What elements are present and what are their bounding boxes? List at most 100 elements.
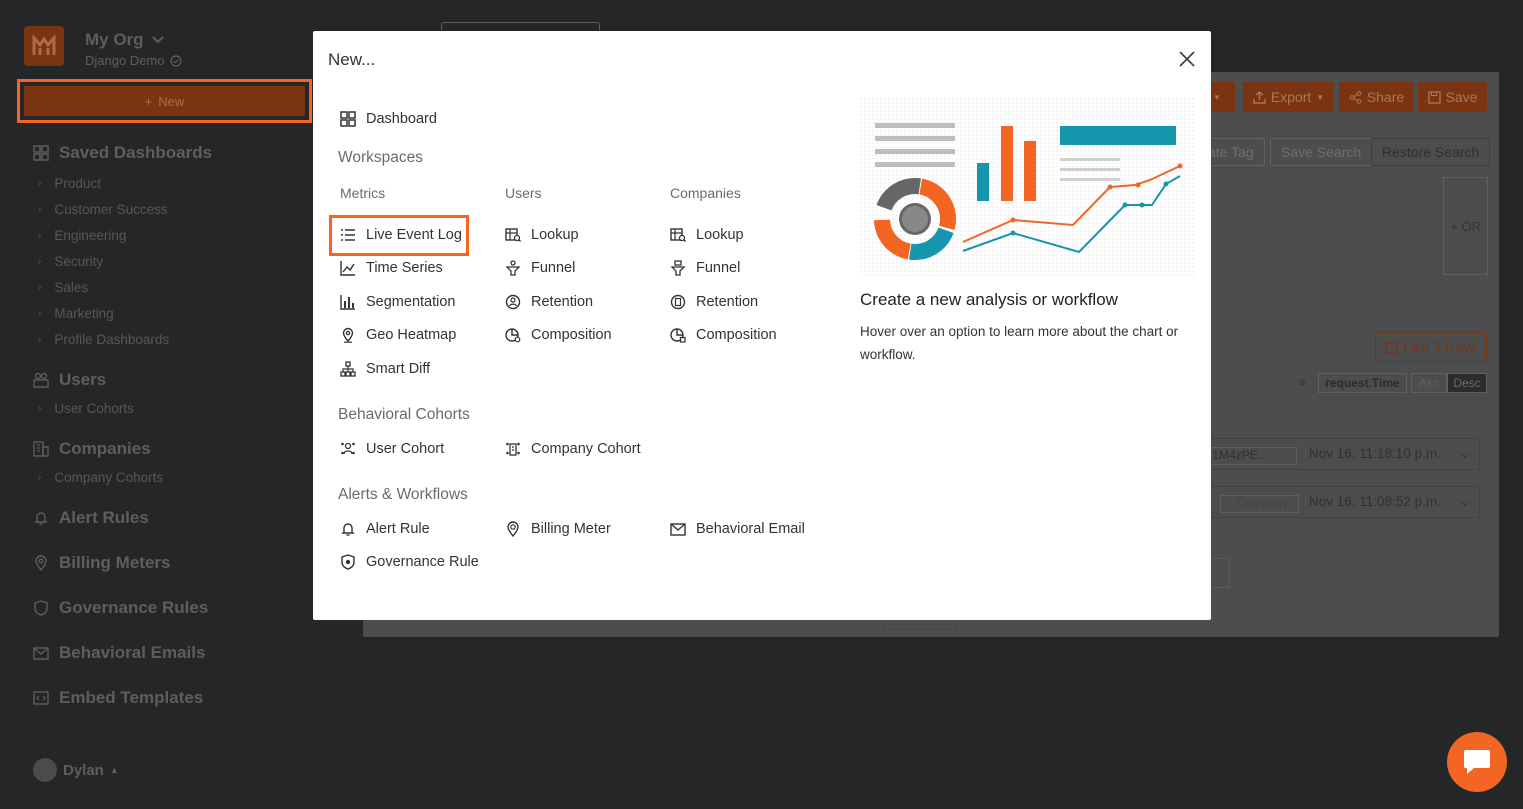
nav-item-label: Engineering <box>54 228 127 243</box>
new-button[interactable]: + New <box>24 86 305 116</box>
option-segmentation[interactable]: Segmentation <box>340 294 455 310</box>
calendar-icon <box>1385 341 1398 354</box>
nav-users[interactable]: Users <box>33 370 106 390</box>
option-live-event-log[interactable]: Live Event Log <box>340 227 462 243</box>
companies-column-heading: Companies <box>670 185 741 201</box>
nav-saved-dashboards[interactable]: Saved Dashboards <box>33 143 212 163</box>
share-icon <box>1349 90 1362 104</box>
nav-label: Behavioral Emails <box>59 643 206 662</box>
option-label: Composition <box>696 327 777 343</box>
nav-billing-meters[interactable]: Billing Meters <box>33 553 170 573</box>
option-user-composition[interactable]: Composition <box>505 327 612 343</box>
line-chart-icon <box>340 261 355 276</box>
composition-icon <box>505 328 521 343</box>
option-user-lookup[interactable]: Lookup <box>505 227 579 243</box>
bg-event-chip-label: Company <box>1237 496 1289 510</box>
chevron-right-icon: › <box>38 403 42 414</box>
option-alert-rule[interactable]: Alert Rule <box>340 521 430 537</box>
option-company-retention[interactable]: Retention <box>670 294 758 310</box>
nav-item-product[interactable]: › Product <box>38 176 101 191</box>
nav-item-marketing[interactable]: › Marketing <box>38 306 114 321</box>
option-behavioral-email[interactable]: Behavioral Email <box>670 521 805 537</box>
nav-behavioral-emails[interactable]: Behavioral Emails <box>33 643 205 663</box>
bg-desc-button: Desc <box>1447 373 1487 393</box>
option-label: User Cohort <box>366 441 445 457</box>
chevron-right-icon: › <box>38 230 42 241</box>
option-user-retention[interactable]: Retention <box>505 294 593 310</box>
bg-event-time: Nov 16, 11:08:52 p.m. <box>1309 494 1441 509</box>
funnel-icon <box>505 260 521 276</box>
nav-item-label: Customer Success <box>54 202 168 217</box>
alerts-workflows-heading: Alerts & Workflows <box>338 486 468 503</box>
bg-restore-search-button: Restore Search <box>1371 138 1491 166</box>
nav-label: Governance Rules <box>59 598 209 617</box>
nav-label: Saved Dashboards <box>59 143 213 162</box>
chevron-down-icon: ⌄ <box>1459 493 1471 509</box>
option-geo-heatmap[interactable]: Geo Heatmap <box>340 327 456 343</box>
option-label: Dashboard <box>366 111 437 127</box>
chevron-right-icon: › <box>38 472 42 483</box>
users-icon <box>33 372 49 388</box>
option-label: Retention <box>531 294 594 310</box>
nav-companies[interactable]: Companies <box>33 439 151 459</box>
nav-item-company-cohorts[interactable]: › Company Cohorts <box>38 470 163 485</box>
check-circle-icon <box>169 54 182 67</box>
option-label: Behavioral Email <box>696 521 805 537</box>
option-smart-diff[interactable]: Smart Diff <box>340 361 430 377</box>
option-company-cohort[interactable]: Company Cohort <box>505 441 641 457</box>
company-cohort-icon <box>506 442 520 456</box>
pin-icon <box>35 555 47 571</box>
option-company-composition[interactable]: Composition <box>670 327 777 343</box>
org-subtitle: Django Demo <box>85 53 182 68</box>
bg-event-time: Nov 16, 11:18:10 p.m. <box>1309 446 1441 461</box>
bg-share-label: Share <box>1366 89 1405 105</box>
bell-icon <box>341 523 355 536</box>
nav-item-profile-dashboards[interactable]: › Profile Dashboards <box>38 332 169 347</box>
option-label: Time Series <box>366 260 443 276</box>
nav-item-user-cohorts[interactable]: › User Cohorts <box>38 401 134 416</box>
org-logo-icon[interactable] <box>24 26 64 66</box>
bg-sort-field-label: request.Time <box>1325 376 1400 390</box>
option-governance-rule[interactable]: Governance Rule <box>340 554 479 570</box>
nav-item-sales[interactable]: › Sales <box>38 280 88 295</box>
close-icon[interactable] <box>1177 49 1197 69</box>
bg-filter-icon: ≡ <box>1299 375 1307 389</box>
option-label: Composition <box>531 327 612 343</box>
save-icon <box>1427 90 1441 104</box>
org-subtitle-text: Django Demo <box>85 53 165 68</box>
table-search-icon <box>670 228 686 242</box>
option-billing-meter[interactable]: Billing Meter <box>505 521 611 537</box>
bg-or-button: + OR <box>1443 177 1488 275</box>
dashboard-icon <box>340 111 356 127</box>
nav-item-security[interactable]: › Security <box>38 254 103 269</box>
chat-button[interactable] <box>1447 732 1507 792</box>
plus-icon: + <box>144 93 153 109</box>
nav-item-customer-success[interactable]: › Customer Success <box>38 202 168 217</box>
nav-item-label: Product <box>54 176 101 191</box>
chevron-right-icon: › <box>38 308 42 319</box>
nav-alert-rules[interactable]: Alert Rules <box>33 508 149 528</box>
bg-save-search-button: Save Search <box>1270 138 1373 166</box>
option-dashboard[interactable]: Dashboard <box>340 111 437 127</box>
workspaces-heading: Workspaces <box>338 149 423 166</box>
option-time-series[interactable]: Time Series <box>340 260 443 276</box>
bg-event-chip: b_1M4zPE... <box>1196 447 1297 465</box>
option-user-funnel[interactable]: Funnel <box>505 260 575 276</box>
option-label: Live Event Log <box>366 227 462 243</box>
user-cohort-icon <box>341 442 355 455</box>
option-company-funnel[interactable]: Funnel <box>670 260 740 276</box>
option-company-lookup[interactable]: Lookup <box>670 227 744 243</box>
nav-item-label: Sales <box>54 280 89 295</box>
nav-embed-templates[interactable]: Embed Templates <box>33 688 203 708</box>
bg-desc-label: Desc <box>1453 376 1481 390</box>
retention-icon <box>670 294 686 310</box>
nav-label: Embed Templates <box>59 688 204 707</box>
nav-governance-rules[interactable]: Governance Rules <box>33 598 208 618</box>
org-switcher[interactable]: My Org <box>85 30 164 50</box>
nav-item-engineering[interactable]: › Engineering <box>38 228 126 243</box>
bg-asc-button: Asc <box>1411 373 1447 393</box>
user-menu[interactable]: Dylan ▲ <box>33 758 119 782</box>
behavioral-cohorts-heading: Behavioral Cohorts <box>338 406 470 423</box>
billing-pin-icon <box>507 521 519 537</box>
option-user-cohort[interactable]: User Cohort <box>340 441 444 457</box>
